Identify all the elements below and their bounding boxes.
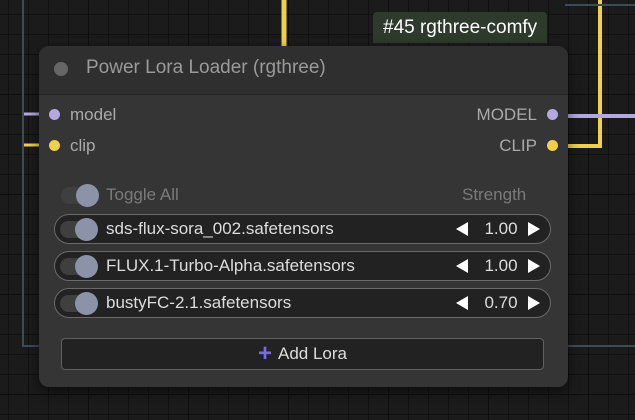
output-model-dot[interactable]	[547, 109, 558, 120]
output-clip-dot[interactable]	[547, 140, 558, 151]
toggle-knob	[76, 184, 99, 207]
toggle-knob	[75, 255, 98, 278]
input-clip-dot[interactable]	[49, 140, 60, 151]
lora-row[interactable]: sds-flux-sora_002.safetensors 1.00	[54, 214, 551, 244]
group-outline-top	[565, 4, 635, 6]
plus-icon: +	[257, 340, 272, 367]
lora-strength-value[interactable]: 0.70	[480, 293, 522, 313]
lora-strength-value[interactable]: 1.00	[480, 219, 522, 239]
collapse-toggle-icon[interactable]	[54, 62, 68, 76]
toggle-all-label: Toggle All	[106, 185, 179, 204]
lora-row[interactable]: bustyFC-2.1.safetensors 0.70	[54, 288, 551, 318]
toggle-all-switch[interactable]	[61, 184, 99, 207]
toggle-knob	[75, 292, 98, 315]
power-lora-loader-node[interactable]: Power Lora Loader (rgthree) model clip M…	[39, 46, 568, 387]
input-model-dot[interactable]	[49, 109, 60, 120]
node-title: Power Lora Loader (rgthree)	[86, 57, 326, 78]
strength-header: Strength	[462, 185, 527, 204]
output-clip-label: CLIP	[499, 136, 537, 155]
decrease-strength-icon[interactable]	[456, 222, 468, 236]
toggle-knob	[75, 218, 98, 241]
group-outline-bottom	[22, 345, 40, 347]
decrease-strength-icon[interactable]	[456, 259, 468, 273]
lora-name[interactable]: FLUX.1-Turbo-Alpha.safetensors	[106, 256, 355, 276]
add-lora-label: Add Lora	[278, 344, 347, 363]
lora-enable-toggle[interactable]	[60, 218, 98, 241]
node-id-badge: #45 rgthree-comfy	[373, 12, 548, 43]
lora-row[interactable]: FLUX.1-Turbo-Alpha.safetensors 1.00	[54, 251, 551, 281]
lora-enable-toggle[interactable]	[60, 255, 98, 278]
group-outline-bottom-right	[567, 345, 635, 347]
lora-name[interactable]: sds-flux-sora_002.safetensors	[106, 219, 334, 239]
lora-strength-value[interactable]: 1.00	[480, 256, 522, 276]
increase-strength-icon[interactable]	[528, 222, 540, 236]
output-model-label: MODEL	[476, 105, 537, 124]
lora-name[interactable]: bustyFC-2.1.safetensors	[106, 293, 291, 313]
group-outline-left	[22, 0, 24, 346]
lora-enable-toggle[interactable]	[60, 292, 98, 315]
increase-strength-icon[interactable]	[528, 296, 540, 310]
increase-strength-icon[interactable]	[528, 259, 540, 273]
decrease-strength-icon[interactable]	[456, 296, 468, 310]
input-model-label: model	[70, 105, 117, 124]
add-lora-button[interactable]: + Add Lora	[61, 338, 544, 370]
input-clip-label: clip	[70, 136, 96, 155]
node-header[interactable]: Power Lora Loader (rgthree)	[39, 46, 568, 95]
